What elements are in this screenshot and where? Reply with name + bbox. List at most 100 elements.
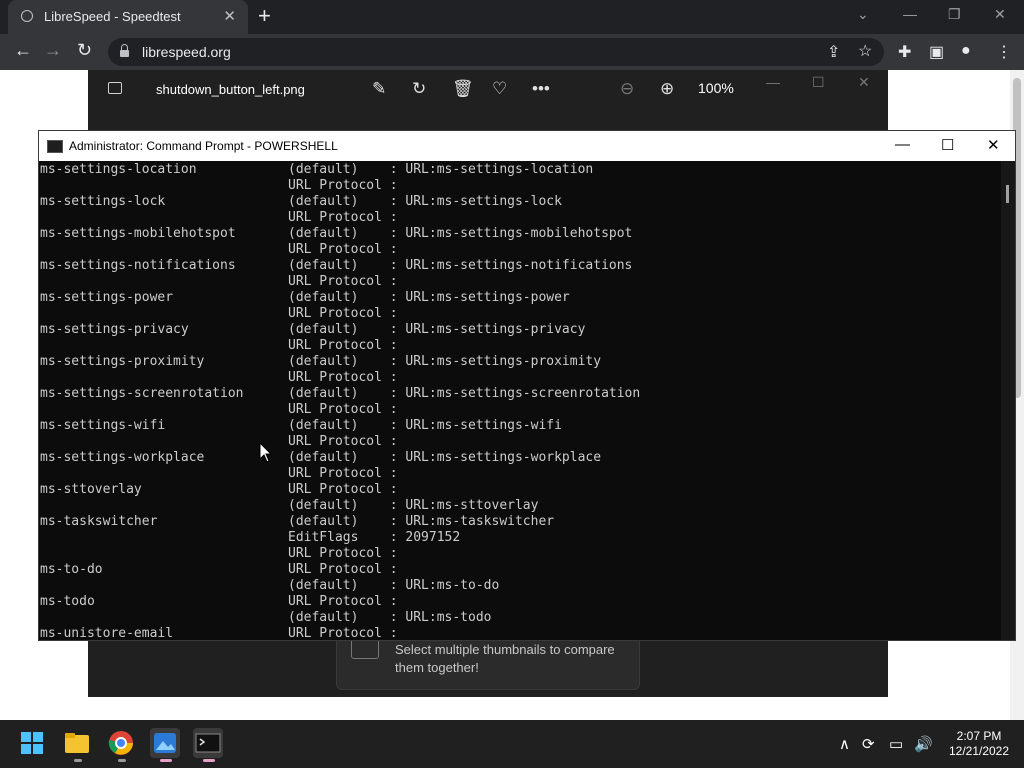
edit-icon[interactable]: ✎: [372, 79, 386, 99]
bookmark-star-icon[interactable]: ☆: [858, 41, 872, 61]
console-line-key: ms-settings-notifications: [40, 258, 236, 273]
address-bar[interactable]: librespeed.org ⇪ ☆: [108, 38, 884, 66]
console-output[interactable]: ms-settings-location (default) : URL:ms-s…: [39, 161, 1001, 640]
windows-start-icon: [21, 732, 43, 754]
console-line-value: (default) : URL:ms-settings-power: [288, 290, 570, 305]
console-line-key: ms-unistore-email: [40, 626, 174, 640]
sync-icon[interactable]: ⟳: [862, 735, 875, 753]
taskbar: ∧ ⟳ ▭ 🔊 2:07 PM 12/21/2022: [0, 720, 1024, 768]
console-line-value: URL Protocol :: [288, 306, 398, 321]
cmd-app-icon: [47, 140, 63, 153]
console-line-value: URL Protocol :: [288, 242, 398, 257]
share-icon[interactable]: ⇪: [827, 42, 840, 62]
reload-icon[interactable]: ↻: [77, 40, 92, 61]
zoom-in-icon[interactable]: ⊕: [660, 79, 674, 99]
photos-icon: [154, 733, 176, 753]
console-line-key: ms-settings-lock: [40, 194, 166, 209]
taskbar-terminal[interactable]: [193, 728, 223, 762]
console-line-key: ms-settings-wifi: [40, 418, 166, 433]
favorite-heart-icon[interactable]: ♡: [492, 79, 507, 99]
url-text: librespeed.org: [142, 44, 231, 60]
console-line-key: ms-settings-screenrotation: [40, 386, 244, 401]
console-line-value: (default) : URL:ms-to-do: [288, 578, 500, 593]
console-line-key: ms-taskswitcher: [40, 514, 158, 529]
console-close-button[interactable]: ✕: [987, 136, 1000, 154]
delete-icon[interactable]: 🗑: [452, 79, 474, 99]
minimize-button[interactable]: —: [903, 6, 917, 22]
console-line-value: URL Protocol :: [288, 434, 398, 449]
console-line-value: URL Protocol :: [288, 546, 398, 561]
tab-search-icon[interactable]: ⌄: [857, 6, 869, 23]
console-line-key: ms-settings-proximity: [40, 354, 205, 369]
photo-file-name: shutdown_button_left.png: [156, 82, 305, 97]
taskbar-file-explorer[interactable]: [62, 728, 92, 762]
console-line-value: (default) : URL:ms-settings-mobilehotspo…: [288, 226, 633, 241]
console-scrollbar-thumb[interactable]: [1006, 185, 1009, 203]
new-tab-button[interactable]: +: [258, 3, 271, 29]
start-button[interactable]: [17, 728, 47, 758]
forward-arrow-icon[interactable]: →: [44, 40, 62, 61]
clock-time: 2:07 PM: [956, 729, 1002, 743]
back-arrow-icon[interactable]: ←: [14, 40, 32, 61]
console-line-value: EditFlags : 2097152: [288, 530, 461, 545]
console-line-value: (default) : URL:ms-settings-wifi: [288, 418, 562, 433]
terminal-icon: [195, 733, 221, 753]
console-line-key: ms-settings-power: [40, 290, 174, 305]
console-minimize-button[interactable]: —: [895, 136, 910, 153]
taskbar-photos[interactable]: [150, 728, 180, 762]
photos-close-button[interactable]: ✕: [858, 74, 870, 91]
site-favicon-icon: [21, 10, 33, 22]
menu-kebab-icon[interactable]: ⋮: [996, 42, 1012, 62]
console-line-key: ms-settings-location: [40, 162, 197, 177]
console-line-value: (default) : URL:ms-settings-screenrotati…: [288, 386, 641, 401]
console-line-value: (default) : URL:ms-sttoverlay: [288, 498, 539, 513]
profile-icon[interactable]: ●: [961, 42, 971, 60]
console-line-value: (default) : URL:ms-settings-workplace: [288, 450, 602, 465]
volume-icon[interactable]: 🔊: [914, 735, 933, 753]
console-line-key: ms-settings-workplace: [40, 450, 205, 465]
console-line-value: URL Protocol :: [288, 594, 398, 609]
photos-maximize-button[interactable]: ☐: [812, 74, 825, 91]
console-line-value: URL Protocol :: [288, 274, 398, 289]
tab-close-icon[interactable]: ✕: [223, 7, 236, 25]
console-line-value: URL Protocol :: [288, 562, 398, 577]
console-line-value: (default) : URL:ms-settings-lock: [288, 194, 562, 209]
console-maximize-button[interactable]: ☐: [941, 136, 954, 154]
rotate-icon[interactable]: ↻: [412, 79, 426, 99]
console-line-value: URL Protocol :: [288, 178, 398, 193]
browser-tab[interactable]: LibreSpeed - Speedtest ✕: [8, 0, 248, 34]
show-hidden-icons-chevron-icon[interactable]: ∧: [839, 735, 850, 753]
console-line-value: (default) : URL:ms-settings-notification…: [288, 258, 633, 273]
network-icon[interactable]: ▭: [889, 735, 903, 753]
close-window-button[interactable]: ✕: [994, 6, 1006, 23]
taskbar-chrome[interactable]: [106, 728, 136, 762]
hint-text: Select multiple thumbnails to compare th…: [395, 642, 615, 675]
image-icon: [108, 82, 122, 94]
console-line-value: URL Protocol :: [288, 402, 398, 417]
command-prompt-window: Administrator: Command Prompt - POWERSHE…: [38, 130, 1016, 641]
photos-minimize-button[interactable]: —: [766, 74, 780, 90]
file-explorer-icon: [65, 733, 89, 753]
browser-toolbar: ← → ↻ librespeed.org ⇪ ☆ ✚ ▣ ● ⋮: [0, 34, 1024, 70]
side-panel-icon[interactable]: ▣: [929, 42, 944, 62]
clock[interactable]: 2:07 PM 12/21/2022: [944, 729, 1014, 759]
console-line-value: URL Protocol :: [288, 626, 398, 640]
tab-title: LibreSpeed - Speedtest: [44, 9, 181, 24]
extensions-icon[interactable]: ✚: [898, 42, 911, 62]
lock-icon: [120, 44, 129, 57]
console-window-title: Administrator: Command Prompt - POWERSHE…: [69, 139, 338, 153]
zoom-out-icon[interactable]: ⊖: [620, 79, 634, 99]
restore-button[interactable]: ❐: [948, 6, 961, 23]
console-line-key: ms-to-do: [40, 562, 103, 577]
console-line-key: ms-settings-mobilehotspot: [40, 226, 236, 241]
console-line-value: URL Protocol :: [288, 210, 398, 225]
console-line-key: ms-todo: [40, 594, 95, 609]
zoom-level[interactable]: 100%: [698, 80, 734, 96]
console-line-value: (default) : URL:ms-taskswitcher: [288, 514, 555, 529]
console-line-value: URL Protocol :: [288, 466, 398, 481]
console-title-bar[interactable]: Administrator: Command Prompt - POWERSHE…: [39, 131, 1015, 161]
more-options-icon[interactable]: •••: [532, 79, 550, 99]
console-scrollbar[interactable]: [1001, 161, 1015, 640]
photos-toolbar: shutdown_button_left.png ✎ ↻ 🗑 ♡ ••• ⊖ ⊕…: [88, 70, 888, 110]
console-line-key: ms-sttoverlay: [40, 482, 142, 497]
